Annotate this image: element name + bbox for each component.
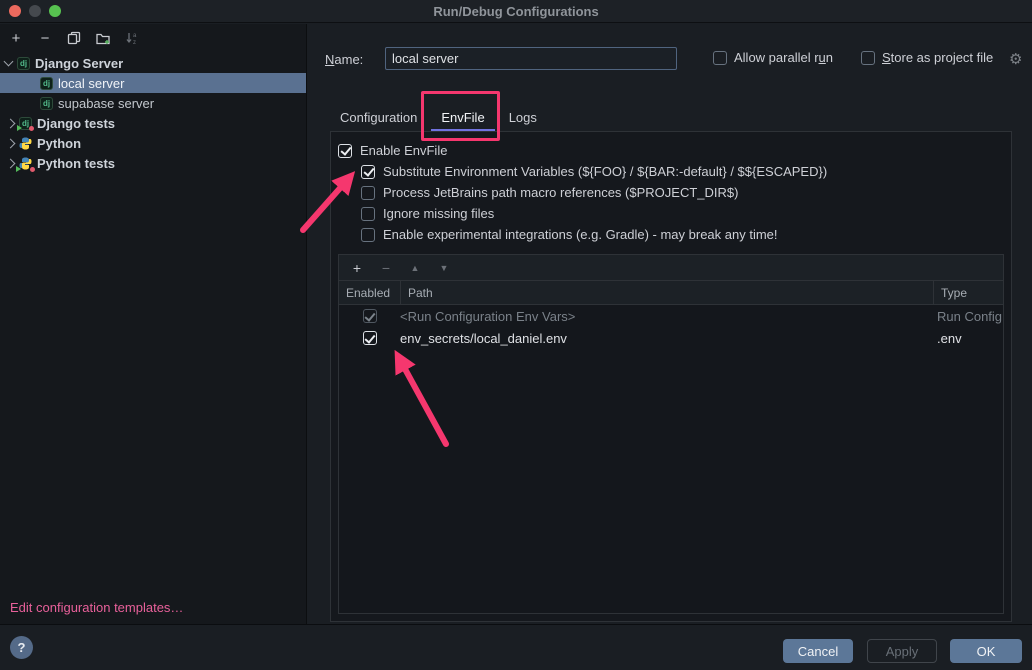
zoom-window-button[interactable] bbox=[49, 5, 61, 17]
table-toolbar: + − ▲ ▼ bbox=[339, 255, 1003, 281]
chevron-down-icon[interactable] bbox=[4, 57, 14, 67]
help-button[interactable]: ? bbox=[10, 636, 33, 659]
add-configuration-icon[interactable]: + bbox=[8, 30, 24, 46]
store-as-project-file-label: Store as project file bbox=[882, 50, 993, 65]
dialog-footer: ? Cancel Apply OK bbox=[0, 624, 1032, 670]
python-icon bbox=[19, 137, 32, 150]
python-tests-icon bbox=[19, 157, 32, 170]
name-label: Name: bbox=[325, 52, 363, 67]
tree-item-label: Python tests bbox=[37, 156, 115, 171]
configuration-editor: Name: Allow parallel run Store as projec… bbox=[308, 24, 1032, 624]
substitute-env-vars-option[interactable]: Substitute Environment Variables (${FOO}… bbox=[361, 161, 1011, 182]
table-row[interactable]: <Run Configuration Env Vars> Run Config bbox=[339, 305, 1003, 327]
checkbox[interactable] bbox=[861, 51, 875, 65]
new-folder-icon[interactable] bbox=[95, 30, 111, 46]
configuration-tabs: Configuration EnvFile Logs bbox=[330, 105, 547, 132]
minimize-window-button[interactable] bbox=[29, 5, 41, 17]
chevron-right-icon[interactable] bbox=[6, 158, 16, 168]
sidebar-toolbar: + − az bbox=[0, 24, 306, 52]
option-label: Enable experimental integrations (e.g. G… bbox=[383, 227, 778, 242]
edit-configuration-templates-link[interactable]: Edit configuration templates… bbox=[10, 600, 183, 615]
process-path-macro-option[interactable]: Process JetBrains path macro references … bbox=[361, 182, 1011, 203]
checkbox[interactable] bbox=[361, 186, 375, 200]
tree-item-python[interactable]: Python bbox=[0, 133, 306, 153]
envfile-options: Enable EnvFile Substitute Environment Va… bbox=[331, 132, 1011, 245]
svg-text:a: a bbox=[133, 33, 137, 39]
tree-item-supabase-server[interactable]: dj supabase server bbox=[0, 93, 306, 113]
column-header-type[interactable]: Type bbox=[933, 281, 1003, 304]
run-debug-configurations-dialog: Run/Debug Configurations + − az dj Djang… bbox=[0, 0, 1032, 670]
checkbox[interactable] bbox=[713, 51, 727, 65]
option-label: Process JetBrains path macro references … bbox=[383, 185, 738, 200]
envfile-tab-panel: Enable EnvFile Substitute Environment Va… bbox=[330, 131, 1012, 622]
experimental-integrations-option[interactable]: Enable experimental integrations (e.g. G… bbox=[361, 224, 1011, 245]
env-files-table: + − ▲ ▼ Enabled Path Type <Run Configura… bbox=[338, 254, 1004, 614]
tab-envfile[interactable]: EnvFile bbox=[431, 105, 494, 132]
env-file-path: env_secrets/local_daniel.env bbox=[400, 331, 933, 346]
chevron-right-icon[interactable] bbox=[6, 138, 16, 148]
move-down-icon[interactable]: ▼ bbox=[436, 260, 452, 276]
dialog-title: Run/Debug Configurations bbox=[433, 4, 598, 19]
tab-configuration[interactable]: Configuration bbox=[330, 105, 427, 132]
checkbox[interactable] bbox=[361, 165, 375, 179]
titlebar: Run/Debug Configurations bbox=[0, 0, 1032, 23]
tree-item-django-tests[interactable]: dj Django tests bbox=[0, 113, 306, 133]
apply-button[interactable]: Apply bbox=[867, 639, 937, 663]
ok-button[interactable]: OK bbox=[950, 639, 1022, 663]
django-tests-icon: dj bbox=[19, 117, 32, 130]
add-file-icon[interactable]: + bbox=[349, 260, 365, 276]
option-label: Substitute Environment Variables (${FOO}… bbox=[383, 164, 827, 179]
env-file-path: <Run Configuration Env Vars> bbox=[400, 309, 933, 324]
checkbox[interactable] bbox=[338, 144, 352, 158]
table-row[interactable]: env_secrets/local_daniel.env .env bbox=[339, 327, 1003, 349]
checkbox bbox=[363, 309, 377, 323]
tree-item-local-server[interactable]: dj local server bbox=[0, 73, 306, 93]
move-up-icon[interactable]: ▲ bbox=[407, 260, 423, 276]
checkbox[interactable] bbox=[361, 207, 375, 221]
chevron-right-icon[interactable] bbox=[6, 118, 16, 128]
django-icon: dj bbox=[17, 57, 30, 70]
gear-icon[interactable]: ⚙ bbox=[1009, 50, 1022, 68]
option-label: Enable EnvFile bbox=[360, 143, 447, 158]
checkbox[interactable] bbox=[363, 331, 377, 345]
copy-configuration-icon[interactable] bbox=[66, 30, 82, 46]
table-header: Enabled Path Type bbox=[339, 281, 1003, 305]
checkbox[interactable] bbox=[361, 228, 375, 242]
allow-parallel-run-label: Allow parallel run bbox=[734, 50, 833, 65]
ignore-missing-files-option[interactable]: Ignore missing files bbox=[361, 203, 1011, 224]
remove-file-icon[interactable]: − bbox=[378, 260, 394, 276]
tab-logs[interactable]: Logs bbox=[499, 105, 547, 132]
macos-traffic-lights bbox=[9, 5, 61, 17]
remove-configuration-icon[interactable]: − bbox=[37, 30, 53, 46]
configurations-tree: dj Django Server dj local server dj supa… bbox=[0, 53, 306, 173]
allow-parallel-run-checkbox[interactable]: Allow parallel run bbox=[713, 50, 833, 65]
tree-item-label: Django tests bbox=[37, 116, 115, 131]
column-header-enabled[interactable]: Enabled bbox=[339, 286, 400, 300]
tree-item-django-server[interactable]: dj Django Server bbox=[0, 53, 306, 73]
column-header-path[interactable]: Path bbox=[400, 281, 933, 304]
store-as-project-file-checkbox[interactable]: Store as project file bbox=[861, 50, 993, 65]
sort-configurations-icon[interactable]: az bbox=[124, 30, 140, 46]
option-label: Ignore missing files bbox=[383, 206, 494, 221]
tree-item-python-tests[interactable]: Python tests bbox=[0, 153, 306, 173]
env-file-type: .env bbox=[933, 331, 1003, 346]
svg-text:z: z bbox=[133, 40, 136, 45]
tree-item-label: supabase server bbox=[58, 96, 154, 111]
env-file-type: Run Config bbox=[933, 309, 1003, 324]
django-icon: dj bbox=[40, 77, 53, 90]
cancel-button[interactable]: Cancel bbox=[783, 639, 853, 663]
enable-envfile-option[interactable]: Enable EnvFile bbox=[338, 140, 1011, 161]
name-input[interactable] bbox=[385, 47, 677, 70]
django-icon: dj bbox=[40, 97, 53, 110]
tree-item-label: local server bbox=[58, 76, 124, 91]
tree-item-label: Django Server bbox=[35, 56, 123, 71]
close-window-button[interactable] bbox=[9, 5, 21, 17]
configurations-sidebar: + − az dj Django Server dj local server bbox=[0, 24, 307, 624]
tree-item-label: Python bbox=[37, 136, 81, 151]
